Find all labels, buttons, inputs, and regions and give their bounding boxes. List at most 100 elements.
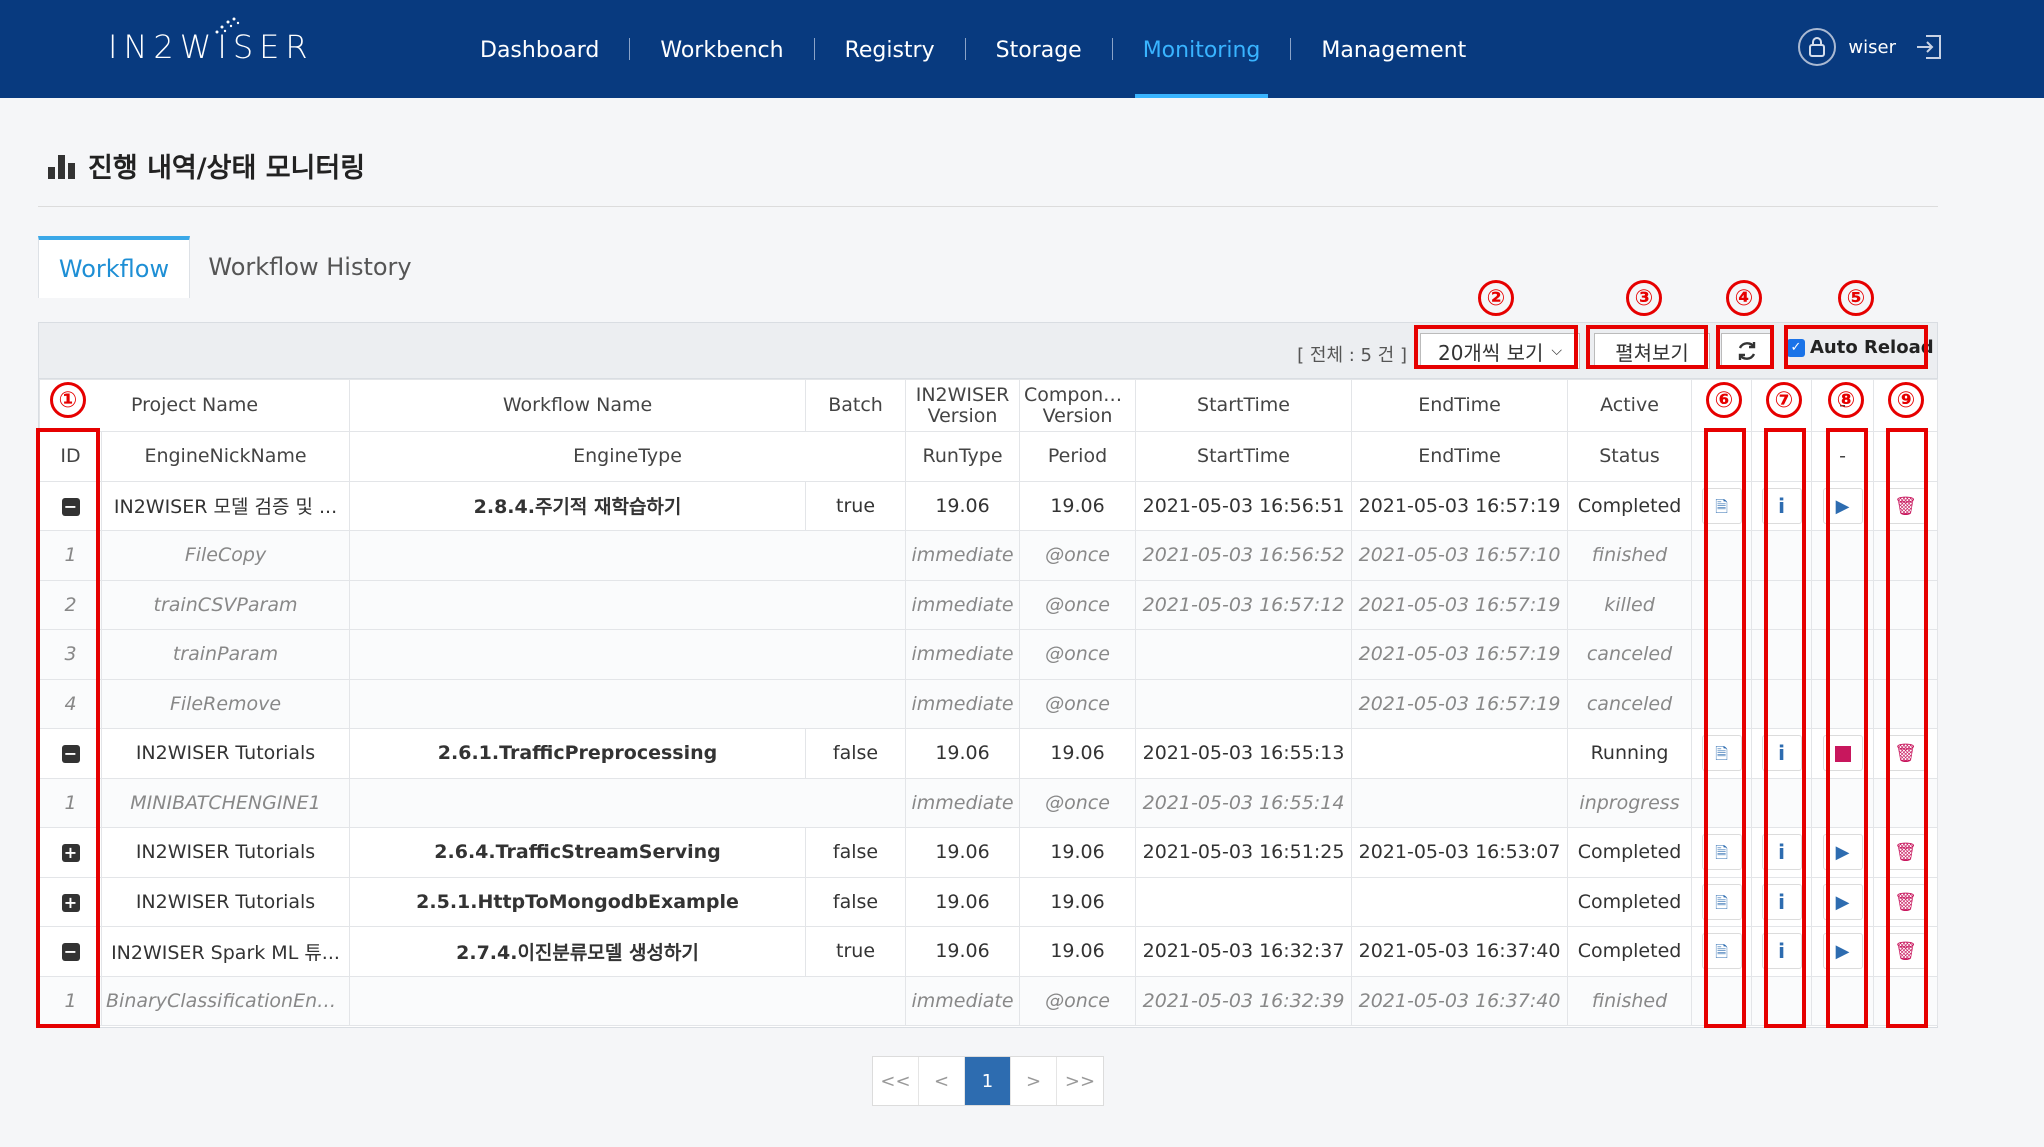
col-in2wiser-version: IN2WISER Version bbox=[905, 379, 1021, 432]
col-engine-type: EngineType bbox=[349, 431, 907, 482]
engine-status: inprogress bbox=[1567, 777, 1693, 828]
run-type: immediate bbox=[905, 629, 1021, 680]
workflow-table-panel: [ 전체 : 5 건 ] 20개씩 보기 ⌵ 펼쳐보기 ✓ Auto Reloa… bbox=[38, 322, 1939, 1028]
engine-nickname: trainParam bbox=[100, 629, 351, 680]
tab-workflow-history[interactable]: Workflow History bbox=[190, 236, 430, 298]
col-engine-nickname: EngineNickName bbox=[100, 431, 351, 482]
nav-storage[interactable]: Storage bbox=[966, 0, 1112, 98]
annotation-number-1: ① bbox=[50, 382, 86, 418]
logo-spark-icon bbox=[215, 17, 240, 34]
page-first-button[interactable]: << bbox=[873, 1057, 919, 1105]
page-title: 진행 내역/상태 모니터링 bbox=[48, 146, 365, 185]
project-name: IN2WISER Tutorials bbox=[100, 876, 351, 927]
logo-text: IN2WISER bbox=[108, 28, 314, 66]
start-time: 2021-05-03 16:51:25 bbox=[1135, 827, 1353, 878]
end-time: 2021-05-03 16:57:19 bbox=[1351, 579, 1569, 630]
col-component-version: Component Version bbox=[1019, 379, 1137, 432]
start-time: 2021-05-03 16:55:13 bbox=[1135, 728, 1353, 779]
engine-row: 1 BinaryClassificationEngine immediate @onc… bbox=[39, 975, 1939, 1026]
workflow-name: 2.6.4.TrafficStreamServing bbox=[349, 827, 807, 878]
engine-row: 1 FileCopy immediate @once 2021-05-03 16:56:… bbox=[39, 530, 1939, 581]
workflow-row: + IN2WISER Tutorials 2.6.4.TrafficStreamSe… bbox=[39, 827, 1939, 878]
engine-status: canceled bbox=[1567, 629, 1693, 680]
engine-type bbox=[349, 678, 907, 729]
batch: true bbox=[805, 926, 907, 977]
logout-icon[interactable] bbox=[1914, 33, 1944, 61]
start-time: 2021-05-03 16:56:51 bbox=[1135, 480, 1353, 531]
workflow-name: 2.6.1.TrafficPreprocessing bbox=[349, 728, 807, 779]
col-status: Status bbox=[1567, 431, 1693, 482]
active-status: Completed bbox=[1567, 827, 1693, 878]
nav-workbench[interactable]: Workbench bbox=[630, 0, 813, 98]
end-time: 2021-05-03 16:57:19 bbox=[1351, 480, 1569, 531]
col-runtype: RunType bbox=[905, 431, 1021, 482]
engine-nickname: MINIBATCHENGINE1 bbox=[100, 777, 351, 828]
annotation-number-8: ⑧ bbox=[1828, 382, 1864, 418]
page-1-button[interactable]: 1 bbox=[965, 1057, 1011, 1105]
project-name: IN2WISER Spark ML 튜... bbox=[100, 926, 351, 977]
col-endtime: EndTime bbox=[1351, 379, 1569, 432]
nav-dashboard[interactable]: Dashboard bbox=[450, 0, 629, 98]
batch: false bbox=[805, 827, 907, 878]
page-next-button[interactable]: > bbox=[1011, 1057, 1057, 1105]
col-sub-starttime: StartTime bbox=[1135, 431, 1353, 482]
annotation-box-3 bbox=[1586, 325, 1708, 369]
col-component-version-label: Component Version bbox=[1024, 383, 1135, 427]
nav-registry[interactable]: Registry bbox=[815, 0, 965, 98]
engine-type bbox=[349, 530, 907, 581]
header-row-2: ID EngineNickName EngineType RunType Per… bbox=[39, 431, 1939, 482]
engine-status: canceled bbox=[1567, 678, 1693, 729]
nav-management[interactable]: Management bbox=[1291, 0, 1496, 98]
engine-row: 1 MINIBATCHENGINE1 immediate @once 2021-05-0… bbox=[39, 777, 1939, 828]
annotation-box-9 bbox=[1886, 428, 1928, 1028]
workflow-row: + IN2WISER Tutorials 2.5.1.HttpToMongodbEx… bbox=[39, 876, 1939, 927]
start-time bbox=[1135, 678, 1353, 729]
annotation-number-4: ④ bbox=[1726, 280, 1762, 316]
pagination: << < 1 > >> bbox=[872, 1056, 1104, 1106]
active-status: Running bbox=[1567, 728, 1693, 779]
engine-row: 4 FileRemove immediate @once 2021-05-03 16:5… bbox=[39, 678, 1939, 729]
engine-status: killed bbox=[1567, 579, 1693, 630]
engine-type bbox=[349, 975, 907, 1026]
page-last-button[interactable]: >> bbox=[1057, 1057, 1103, 1105]
workflow-row: − IN2WISER Tutorials 2.6.1.TrafficPreproce… bbox=[39, 728, 1939, 779]
engine-row: 3 trainParam immediate @once 2021-05-03 16:5… bbox=[39, 629, 1939, 680]
end-time: 2021-05-03 16:37:40 bbox=[1351, 926, 1569, 977]
tab-workflow[interactable]: Workflow bbox=[38, 236, 190, 298]
engine-nickname: FileCopy bbox=[100, 530, 351, 581]
end-time: 2021-05-03 16:57:19 bbox=[1351, 629, 1569, 680]
end-time: 2021-05-03 16:57:10 bbox=[1351, 530, 1569, 581]
start-time: 2021-05-03 16:57:12 bbox=[1135, 579, 1353, 630]
page-prev-button[interactable]: < bbox=[919, 1057, 965, 1105]
workflow-table: Project Name Workflow Name Batch IN2WISE… bbox=[38, 379, 1939, 1026]
app-logo[interactable]: IN2WISER bbox=[108, 17, 314, 66]
col-active: Active bbox=[1567, 379, 1693, 432]
nav-monitoring[interactable]: Monitoring bbox=[1113, 0, 1291, 98]
engine-type bbox=[349, 777, 907, 828]
start-time: 2021-05-03 16:55:14 bbox=[1135, 777, 1353, 828]
component-version: 19.06 bbox=[1019, 876, 1137, 927]
main-nav: Dashboard Workbench Registry Storage Mon… bbox=[450, 0, 1496, 98]
col-batch: Batch bbox=[805, 379, 907, 432]
in2wiser-version: 19.06 bbox=[905, 827, 1021, 878]
end-time: 2021-05-03 16:57:19 bbox=[1351, 678, 1569, 729]
user-area: wiser bbox=[1798, 28, 1944, 66]
in2wiser-version: 19.06 bbox=[905, 480, 1021, 531]
component-version: 19.06 bbox=[1019, 480, 1137, 531]
user-lock-icon[interactable] bbox=[1798, 28, 1837, 66]
end-time: 2021-05-03 16:53:07 bbox=[1351, 827, 1569, 878]
divider bbox=[38, 206, 1938, 207]
annotation-box-2 bbox=[1414, 325, 1578, 369]
run-type: immediate bbox=[905, 579, 1021, 630]
annotation-number-3: ③ bbox=[1626, 280, 1662, 316]
workflow-name: 2.5.1.HttpToMongodbExample bbox=[349, 876, 807, 927]
project-name: IN2WISER 모델 검증 및 ... bbox=[100, 480, 351, 531]
engine-status: finished bbox=[1567, 975, 1693, 1026]
engine-type bbox=[349, 579, 907, 630]
col-in2wiser-version-label: IN2WISER Version bbox=[915, 383, 1010, 427]
col-workflow-name: Workflow Name bbox=[349, 379, 807, 432]
active-status: Completed bbox=[1567, 480, 1693, 531]
period: @once bbox=[1019, 777, 1137, 828]
in2wiser-version: 19.06 bbox=[905, 876, 1021, 927]
period: @once bbox=[1019, 975, 1137, 1026]
